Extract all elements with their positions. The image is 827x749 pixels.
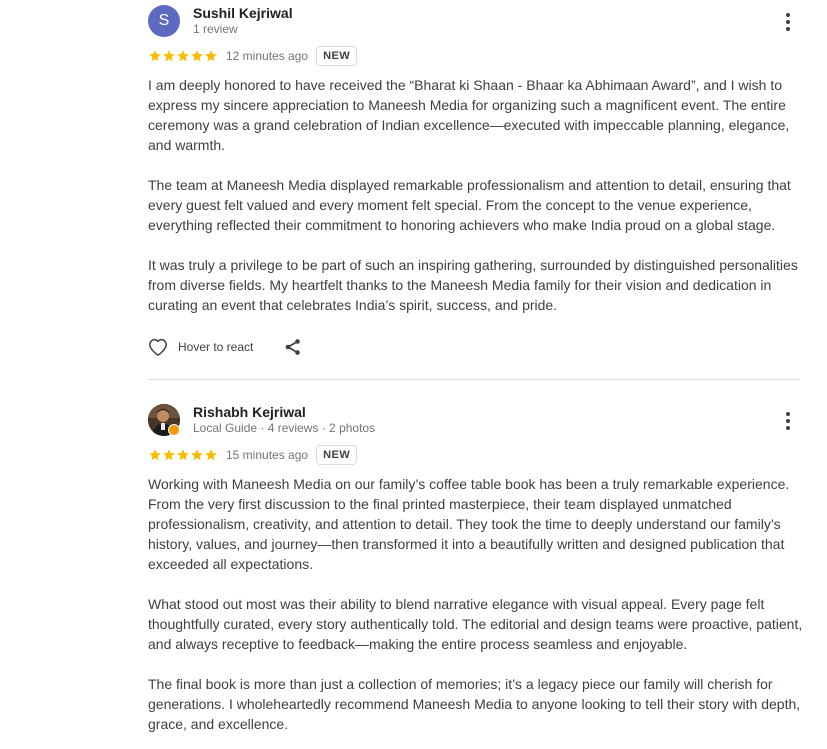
more-vert-icon — [786, 412, 790, 430]
more-options-button[interactable] — [776, 8, 800, 36]
reviewer-name[interactable]: Rishabh Kejriwal — [193, 404, 306, 420]
more-vert-icon — [786, 13, 790, 31]
review-paragraph: I am deeply honored to have received the… — [148, 77, 790, 153]
star-icon — [191, 50, 203, 62]
rating-row: 12 minutes ago NEW — [148, 46, 358, 66]
star-icon — [163, 449, 175, 461]
heart-outline-icon — [149, 338, 167, 356]
new-badge: NEW — [316, 445, 358, 465]
star-icon — [177, 50, 189, 62]
rating-row: 15 minutes ago NEW — [148, 445, 358, 465]
star-rating — [148, 448, 218, 462]
review-paragraph: The team at Maneesh Media displayed rema… — [148, 177, 791, 233]
review-time: 15 minutes ago — [226, 448, 309, 462]
review-paragraph: What stood out most was their ability to… — [148, 596, 803, 652]
star-icon — [205, 449, 217, 461]
review-text: Working with Maneesh Media on our family… — [148, 474, 808, 749]
star-icon — [149, 449, 161, 461]
star-icon — [149, 50, 161, 62]
review-paragraph: The final book is more than just a colle… — [148, 676, 801, 732]
review-time: 12 minutes ago — [226, 49, 309, 63]
review-paragraph: Working with Maneesh Media on our family… — [148, 476, 790, 572]
share-icon — [286, 339, 301, 355]
local-guide-badge-icon — [168, 424, 180, 436]
reviews-page: S Sushil Kejriwal 1 review 12 minutes ag… — [0, 0, 827, 749]
review-divider — [148, 379, 800, 380]
star-icon — [163, 50, 175, 62]
new-badge: NEW — [316, 46, 358, 66]
star-rating — [148, 49, 218, 63]
star-icon — [191, 449, 203, 461]
reviewer-meta: 1 review — [193, 22, 238, 36]
star-icon — [177, 449, 189, 461]
reviewer-meta: Local Guide · 4 reviews · 2 photos — [193, 421, 376, 435]
star-icon — [205, 50, 217, 62]
review-actions: Hover to react — [148, 336, 303, 358]
share-button[interactable] — [283, 337, 303, 357]
reviewer-name[interactable]: Sushil Kejriwal — [193, 5, 293, 21]
react-label: Hover to react — [178, 340, 254, 354]
reviewer-avatar[interactable]: S — [148, 5, 180, 37]
react-button[interactable]: Hover to react — [148, 338, 253, 356]
more-options-button[interactable] — [776, 407, 800, 435]
review-paragraph: It was truly a privilege to be part of s… — [148, 257, 798, 313]
review-text: I am deeply honored to have received the… — [148, 75, 808, 335]
